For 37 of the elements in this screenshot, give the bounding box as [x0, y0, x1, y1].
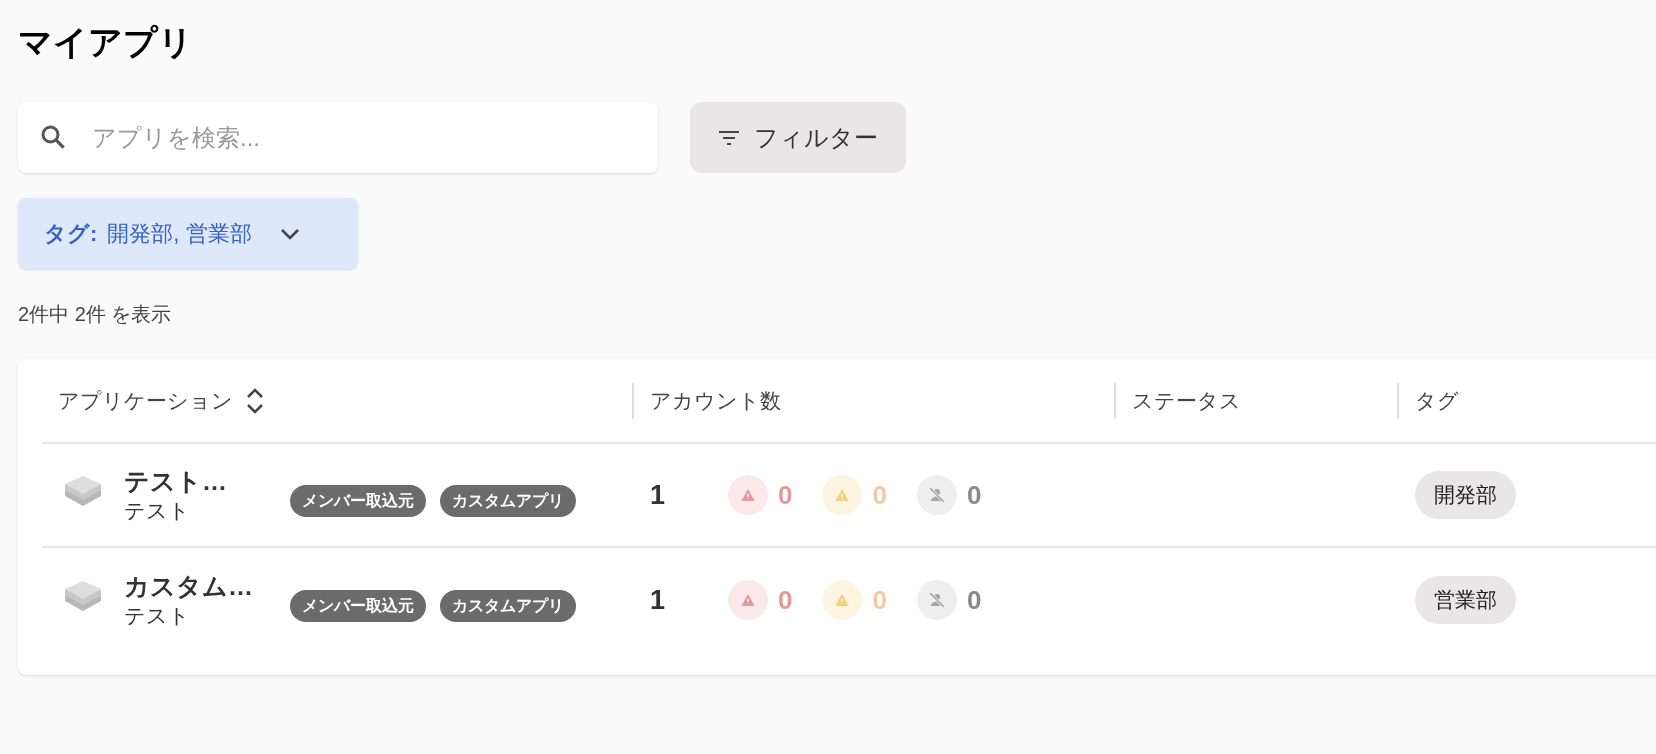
- user-off-icon: [927, 591, 946, 609]
- tag-chip: 営業部: [1415, 576, 1516, 624]
- app-badge: メンバー取込元: [290, 485, 426, 517]
- app-badge: カスタムアプリ: [440, 485, 576, 517]
- filter-icon: [718, 129, 740, 146]
- indicator-count: 0: [872, 478, 887, 512]
- indicator-count: 0: [966, 478, 982, 512]
- app-subtitle: テスト: [124, 498, 191, 524]
- filter-value: 開発部, 営業部: [107, 220, 252, 248]
- warning-icon: [740, 592, 756, 608]
- account-count: 1: [650, 583, 667, 617]
- warning-icon: [834, 592, 851, 608]
- account-count: 1: [650, 478, 667, 512]
- chevron-down-icon: [279, 227, 300, 240]
- column-header[interactable]: アプリケーション: [58, 384, 233, 417]
- page-title: マイアプリ: [18, 22, 194, 63]
- warning-icon: [740, 487, 756, 503]
- filter-button[interactable]: フィルター: [690, 102, 906, 173]
- indicator-count: 0: [778, 478, 793, 512]
- app-name[interactable]: テスト…: [124, 465, 264, 497]
- user-off-icon: [927, 486, 946, 504]
- app-subtitle: テスト: [124, 603, 191, 629]
- result-count: 2件中 2件 を表示: [18, 302, 173, 327]
- app-name[interactable]: カスタム…: [124, 570, 264, 602]
- warning-icon: [834, 487, 851, 503]
- app-badge: メンバー取込元: [290, 590, 426, 622]
- filter-label: タグ:: [44, 220, 98, 248]
- tag-filter-chip[interactable]: タグ: 開発部, 営業部: [18, 198, 358, 269]
- column-header[interactable]: ステータス: [1132, 384, 1241, 417]
- column-header[interactable]: タグ: [1415, 384, 1459, 417]
- indicator-count: 0: [872, 583, 887, 617]
- indicator-count: 0: [778, 583, 793, 617]
- column-header[interactable]: アカウント数: [650, 384, 781, 417]
- app-badge: カスタムアプリ: [440, 590, 576, 622]
- search-field[interactable]: アプリを検索...: [18, 102, 658, 173]
- tag-chip: 開発部: [1415, 471, 1516, 519]
- indicator-count: 0: [966, 583, 982, 617]
